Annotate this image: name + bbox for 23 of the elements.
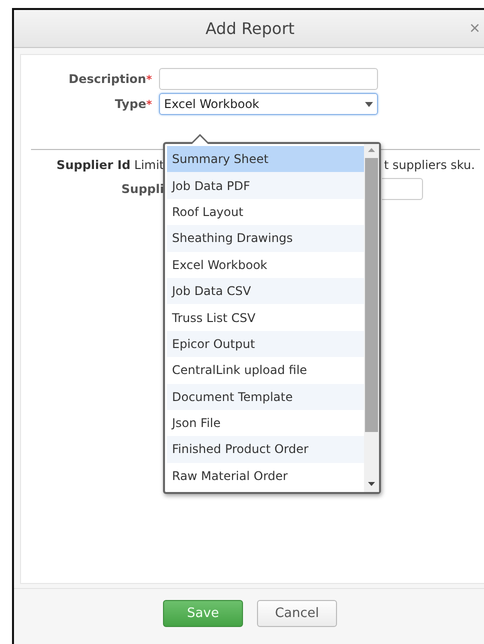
input-field[interactable] — [159, 68, 378, 90]
scroll-up-icon[interactable] — [368, 148, 375, 152]
supplier-note: Supplier Id Limit — [56, 158, 164, 172]
cancel-button[interactable]: Cancel — [257, 600, 337, 627]
dropdown-option[interactable]: Summary Sheet — [167, 146, 364, 172]
dropdown-option[interactable]: Epicor Output — [167, 330, 364, 358]
input-field[interactable] — [382, 178, 423, 200]
dropdown-option[interactable]: Finished Product Order — [167, 436, 364, 463]
dropdown-option[interactable]: Document Template — [167, 384, 364, 410]
field-label: Suppli — [121, 182, 164, 196]
dialog-title: Add Report — [205, 19, 295, 38]
caret-icon — [365, 102, 373, 106]
dropdown-option[interactable]: Job Data PDF — [167, 172, 364, 199]
supplier-note: t suppliers sku. — [383, 158, 476, 172]
field-label: Description — [68, 72, 146, 86]
field-label: Type — [114, 97, 146, 111]
type-select[interactable]: Excel Workbook — [159, 93, 378, 115]
scroll-down-icon[interactable] — [368, 482, 375, 486]
dropdown-option[interactable]: Job Data CSV — [167, 278, 364, 304]
required-mark: * — [146, 73, 152, 86]
scrollbar[interactable] — [364, 144, 379, 492]
dropdown-option[interactable]: Sheathing Drawings — [167, 225, 364, 252]
required-mark: * — [146, 98, 152, 111]
